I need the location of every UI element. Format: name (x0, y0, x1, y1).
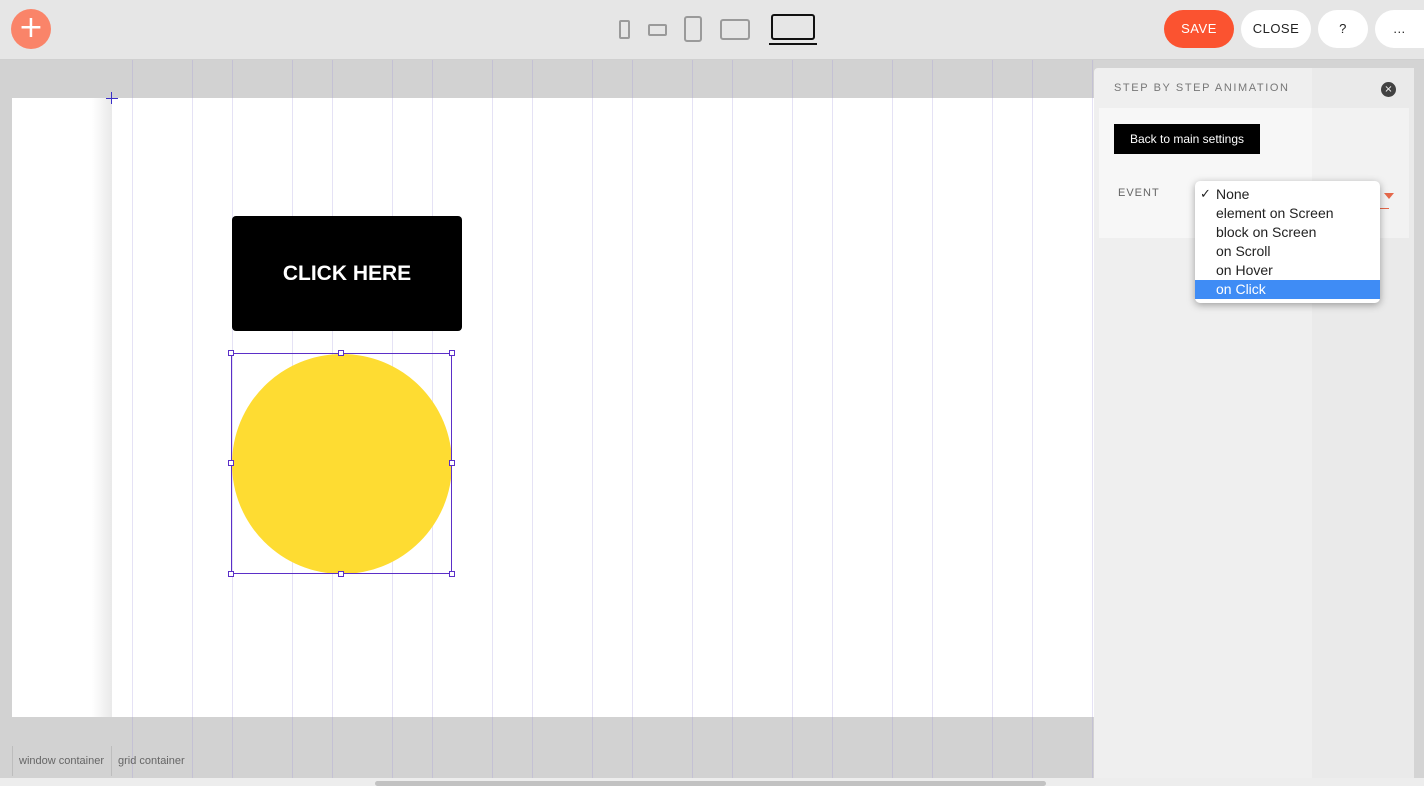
resize-handle-bottom[interactable] (338, 571, 344, 577)
grid-column-line (492, 60, 493, 778)
close-button[interactable]: CLOSE (1241, 10, 1311, 48)
save-button[interactable]: SAVE (1164, 10, 1234, 48)
panel-title: STEP BY STEP ANIMATION (1114, 82, 1290, 94)
tablet-portrait-icon[interactable] (684, 16, 702, 42)
grid-column-line (192, 60, 193, 778)
resize-handle-right[interactable] (449, 460, 455, 466)
grid-column-line (1032, 60, 1033, 778)
more-options-button[interactable]: ... (1375, 10, 1424, 48)
grid-column-line (692, 60, 693, 778)
grid-column-line (892, 60, 893, 778)
phone-portrait-icon[interactable] (619, 20, 630, 39)
grid-column-line (832, 60, 833, 778)
event-option-element-on-screen[interactable]: element on Screen (1195, 204, 1380, 223)
event-label: EVENT (1118, 187, 1160, 199)
resize-handle-top[interactable] (338, 350, 344, 356)
origin-crosshair (106, 98, 118, 99)
event-option-on-scroll[interactable]: on Scroll (1195, 242, 1380, 261)
top-toolbar: + SAVE CLOSE ? ... (0, 0, 1424, 60)
resize-handle-left[interactable] (228, 460, 234, 466)
window-container-margin (12, 98, 112, 717)
back-to-main-settings-button[interactable]: Back to main settings (1114, 124, 1260, 154)
grid-column-line (532, 60, 533, 778)
origin-crosshair-vertical (111, 92, 112, 104)
event-option-none[interactable]: ✓ None (1195, 185, 1380, 204)
add-element-button[interactable]: + (11, 9, 51, 49)
laptop-icon[interactable] (769, 14, 817, 45)
grid-column-line (632, 60, 633, 778)
plus-icon: + (18, 10, 44, 45)
resize-handle-bottom-left[interactable] (228, 571, 234, 577)
grid-column-line (792, 60, 793, 778)
panel-right-strip (1312, 68, 1414, 778)
resize-handle-bottom-right[interactable] (449, 571, 455, 577)
event-option-block-on-screen[interactable]: block on Screen (1195, 223, 1380, 242)
grid-column-line (992, 60, 993, 778)
event-select-dropdown[interactable]: ✓ None element on Screen block on Screen… (1195, 181, 1380, 303)
grid-column-line (592, 60, 593, 778)
grid-column-line (132, 60, 133, 778)
event-option-on-click[interactable]: on Click (1195, 280, 1380, 299)
breadcrumb-grid-container[interactable]: grid container (111, 746, 185, 776)
help-button[interactable]: ? (1318, 10, 1368, 48)
tablet-landscape-icon[interactable] (720, 19, 750, 40)
phone-landscape-icon[interactable] (648, 24, 667, 36)
grid-column-line (1092, 60, 1093, 778)
resize-handle-top-right[interactable] (449, 350, 455, 356)
event-option-on-hover[interactable]: on Hover (1195, 261, 1380, 280)
checkmark-icon: ✓ (1200, 187, 1211, 202)
selection-frame (231, 353, 452, 574)
breadcrumb-window-container[interactable]: window container (12, 746, 104, 776)
horizontal-scrollbar[interactable] (375, 781, 1046, 786)
click-here-button-element[interactable]: CLICK HERE (232, 216, 462, 331)
grid-column-line (932, 60, 933, 778)
resize-handle-top-left[interactable] (228, 350, 234, 356)
grid-column-line (732, 60, 733, 778)
